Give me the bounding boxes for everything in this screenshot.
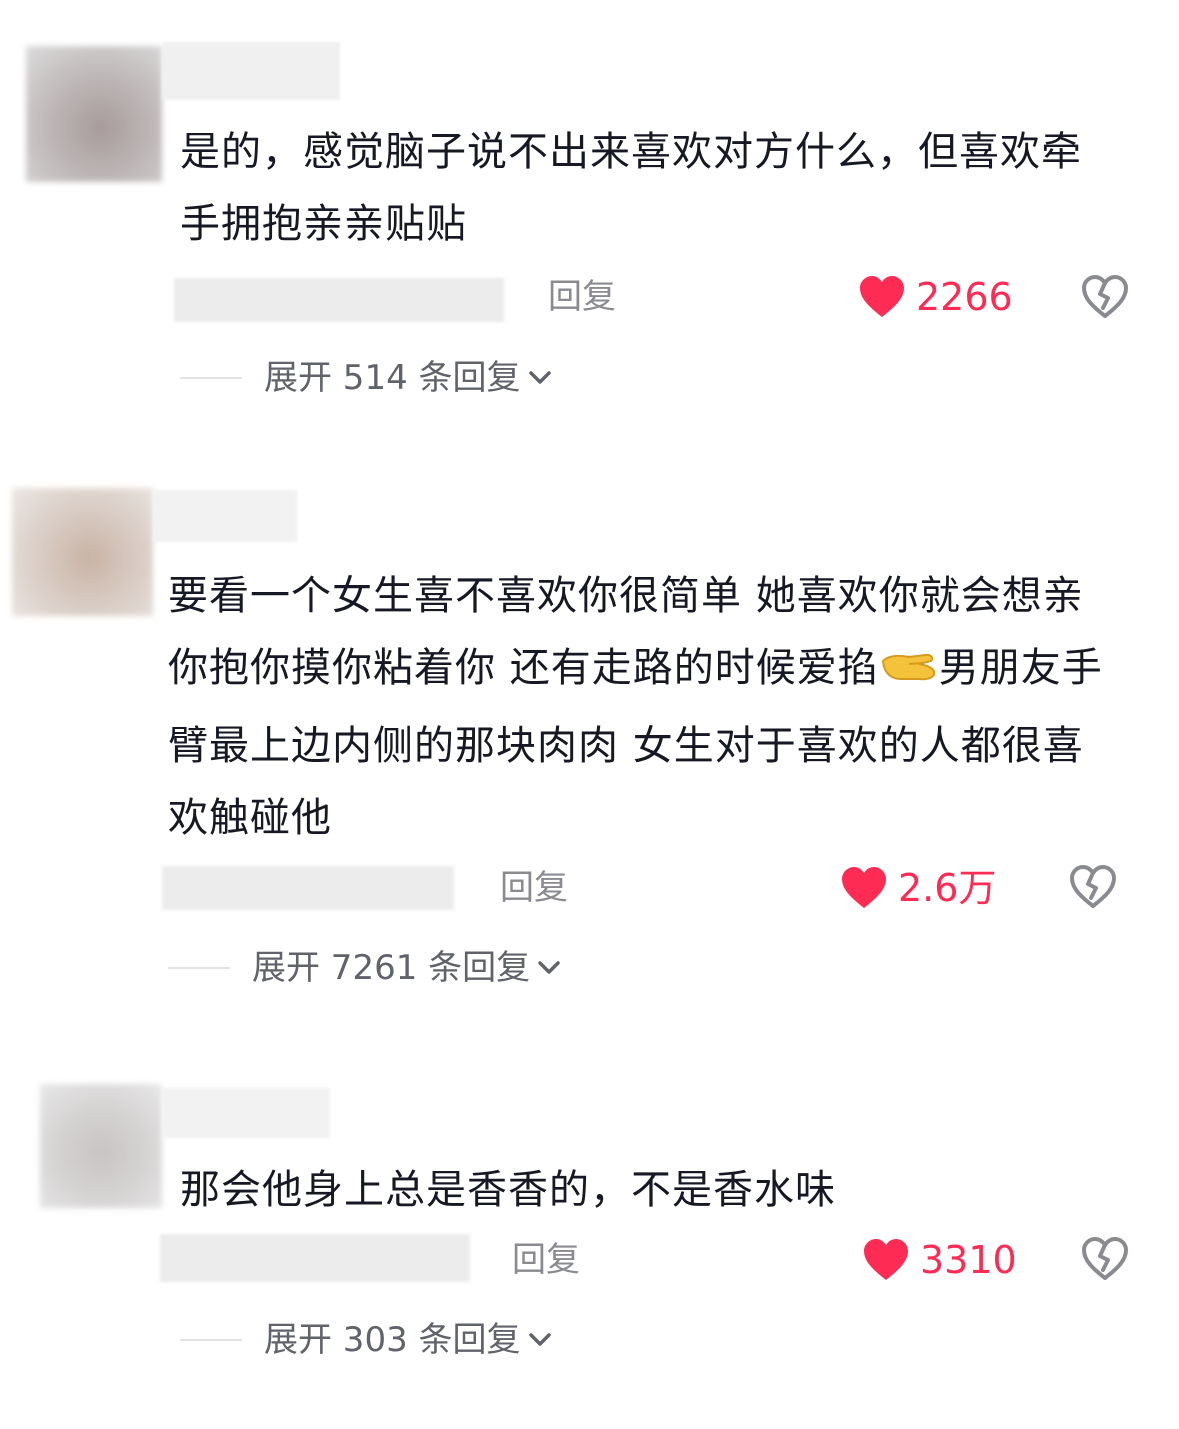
reply-button[interactable]: 回复 bbox=[548, 275, 616, 319]
comment-text: 那会他身上总是香香的，不是香水味 bbox=[180, 1167, 836, 1213]
pinching-hand-emoji bbox=[879, 638, 939, 710]
expand-replies-label: 展开 7261 条回复 bbox=[252, 948, 531, 988]
expand-replies-label: 展开 514 条回复 bbox=[264, 358, 521, 398]
divider-line bbox=[168, 967, 230, 969]
avatar[interactable] bbox=[26, 46, 162, 182]
expand-replies-label: 展开 303 条回复 bbox=[264, 1320, 521, 1360]
broken-heart-icon[interactable] bbox=[1068, 864, 1118, 910]
expand-replies-button[interactable]: 展开 7261 条回复 bbox=[168, 946, 562, 990]
timestamp-location-blurred bbox=[174, 278, 504, 322]
like-count: 2266 bbox=[916, 275, 1013, 319]
expand-replies-button[interactable]: 展开 303 条回复 bbox=[180, 1318, 553, 1362]
comment-text: 要看一个女生喜不喜欢你很简单 她喜欢你就会想亲你抱你摸你粘着你 还有走路的时候爱… bbox=[168, 560, 1118, 854]
avatar[interactable] bbox=[12, 488, 153, 616]
heart-filled-icon bbox=[842, 867, 886, 908]
like-count: 2.6万 bbox=[898, 866, 997, 910]
like-button[interactable]: 2.6万 bbox=[840, 866, 996, 910]
chevron-down-icon bbox=[528, 371, 551, 384]
reply-button[interactable]: 回复 bbox=[500, 866, 568, 910]
broken-heart-icon[interactable] bbox=[1080, 274, 1130, 320]
username-blurred[interactable] bbox=[162, 42, 340, 100]
broken-heart-icon[interactable] bbox=[1080, 1236, 1130, 1282]
like-button[interactable]: 3310 bbox=[862, 1238, 1017, 1282]
chevron-down-icon bbox=[538, 961, 560, 974]
reply-button[interactable]: 回复 bbox=[512, 1238, 580, 1282]
divider-line bbox=[180, 1339, 242, 1341]
like-button[interactable]: 2266 bbox=[858, 275, 1013, 319]
heart-filled-icon bbox=[864, 1239, 908, 1280]
chevron-down-icon bbox=[528, 1333, 551, 1346]
timestamp-location-blurred bbox=[162, 866, 454, 910]
avatar[interactable] bbox=[40, 1084, 162, 1208]
username-blurred[interactable] bbox=[162, 1088, 330, 1138]
username-blurred[interactable] bbox=[153, 490, 297, 542]
heart-filled-icon bbox=[860, 276, 904, 317]
timestamp-location-blurred bbox=[160, 1234, 470, 1282]
comment-text: 是的，感觉脑子说不出来喜欢对方什么，但喜欢牵手拥抱亲亲贴贴 bbox=[180, 129, 1082, 247]
divider-line bbox=[180, 377, 242, 379]
like-count: 3310 bbox=[920, 1238, 1017, 1282]
expand-replies-button[interactable]: 展开 514 条回复 bbox=[180, 356, 553, 400]
